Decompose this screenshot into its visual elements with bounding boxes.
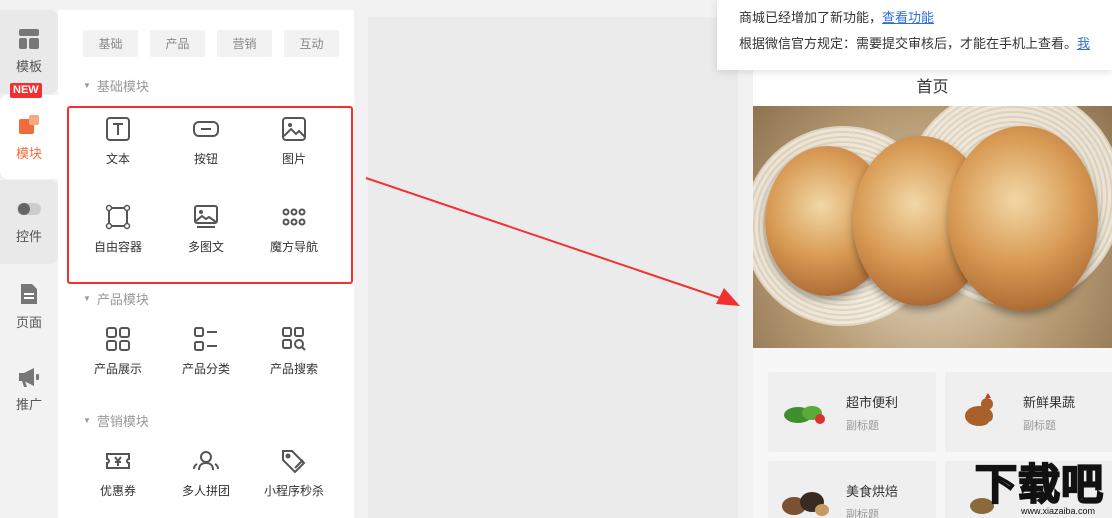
module-multi-image-text[interactable]: 多图文 <box>162 185 250 273</box>
nav-card[interactable]: 美食烘焙 副标题 <box>768 461 936 518</box>
baked-goods-icon <box>780 476 830 518</box>
caret-down-icon: ▼ <box>83 293 91 303</box>
notice-popup: 商城已经增加了新功能，查看功能 根据微信官方规定：需要提交审核后，才能在手机上查… <box>717 0 1112 70</box>
category-list-icon <box>194 326 217 351</box>
rail-label-page: 页面 <box>15 315 42 330</box>
tab-interaction[interactable]: 互动 <box>284 30 339 57</box>
module-product-search[interactable]: 产品搜索 <box>250 307 338 395</box>
section-marketing-title: 营销模块 <box>96 413 149 429</box>
rail-label-module: 模块 <box>15 146 42 161</box>
watermark-url: www.xiazaiba.com <box>1021 506 1096 516</box>
rail-item-template[interactable]: 模板 <box>0 10 58 94</box>
module-group-buy[interactable]: 多人拼团 <box>162 429 250 517</box>
nav-card-title: 美食烘焙 <box>846 483 899 499</box>
rail-item-page[interactable]: 页面 <box>0 264 58 348</box>
section-marketing-header[interactable]: ▼ 营销模块 <box>58 411 354 429</box>
section-product-header[interactable]: ▼ 产品模块 <box>58 289 354 307</box>
coupon-icon <box>106 452 130 469</box>
rail-item-promote[interactable]: 推广 <box>0 348 58 432</box>
module-panel: 基础 产品 营销 互动 ▼ 基础模块 文本 按钮 图片 自由容器 多图文 魔方导… <box>58 10 354 518</box>
module-icon <box>19 115 39 134</box>
module-label: 按钮 <box>193 151 218 166</box>
module-label: 图片 <box>281 151 306 166</box>
text-icon <box>106 116 130 141</box>
notice-line-1: 商城已经增加了新功能，查看功能 <box>739 8 1112 34</box>
annotation-arrow-icon <box>365 177 740 306</box>
megaphone-icon <box>19 368 39 387</box>
section-basic-header[interactable]: ▼ 基础模块 <box>58 76 354 94</box>
marketing-module-grid: 优惠券 多人拼团 小程序秒杀 <box>58 429 354 517</box>
free-container-icon <box>105 204 131 229</box>
notice-line-2: 根据微信官方规定：需要提交审核后，才能在手机上查看。我 <box>739 34 1112 60</box>
module-label: 小程序秒杀 <box>263 483 324 498</box>
section-basic-title: 基础模块 <box>96 78 149 94</box>
module-label: 自由容器 <box>93 239 142 254</box>
page-icon <box>21 284 37 304</box>
basic-module-grid: 文本 按钮 图片 自由容器 多图文 魔方导航 <box>58 97 354 273</box>
module-button[interactable]: 按钮 <box>162 97 250 185</box>
nav-card-subtitle: 副标题 <box>846 508 879 518</box>
multi-image-text-icon <box>194 204 218 228</box>
rail-label-control: 控件 <box>15 229 42 244</box>
nav-card-subtitle: 副标题 <box>1023 419 1056 432</box>
new-badge: NEW <box>10 83 42 98</box>
rail-label-template: 模板 <box>15 59 42 74</box>
rail-item-module[interactable]: 模块 <box>0 95 58 179</box>
module-flash-sale[interactable]: 小程序秒杀 <box>250 429 338 517</box>
chicken-icon <box>957 387 1007 437</box>
module-coupon[interactable]: 优惠券 <box>74 429 162 517</box>
module-label: 文本 <box>105 151 130 166</box>
nav-card[interactable]: 新鲜果蔬 副标题 <box>945 372 1112 452</box>
phone-preview[interactable]: 首页 超市便利 副标题 新鲜果蔬 副标题 美食烘焙 副标题 <box>753 70 1112 518</box>
vegetables-icon <box>780 387 830 437</box>
notice-link-2[interactable]: 我 <box>1077 36 1090 51</box>
product-module-grid: 产品展示 产品分类 产品搜索 <box>58 307 354 395</box>
group-icon <box>193 450 219 470</box>
tag-edit-icon <box>282 449 306 473</box>
module-label: 多人拼团 <box>181 483 230 498</box>
left-rail: 模板 模块 控件 NEW 页面 推广 <box>0 0 58 518</box>
nav-card-subtitle: 副标题 <box>846 419 879 432</box>
caret-down-icon: ▼ <box>83 80 91 90</box>
notice-text-1: 商城已经增加了新功能， <box>739 10 883 25</box>
tab-marketing[interactable]: 营销 <box>217 30 272 57</box>
module-product-category[interactable]: 产品分类 <box>162 307 250 395</box>
toggle-icon <box>17 203 41 215</box>
site-watermark: 下载吧 www.xiazaiba.com <box>974 460 1112 518</box>
nav-card-title: 新鲜果蔬 <box>1023 394 1076 410</box>
module-tabs: 基础 产品 营销 互动 <box>58 10 354 57</box>
module-free-container[interactable]: 自由容器 <box>74 185 162 273</box>
module-product-display[interactable]: 产品展示 <box>74 307 162 395</box>
module-label: 产品展示 <box>93 361 142 376</box>
module-cube-nav[interactable]: 魔方导航 <box>250 185 338 273</box>
bread-shape <box>948 126 1098 311</box>
search-grid-icon <box>282 326 306 351</box>
template-icon <box>19 29 39 49</box>
module-label: 优惠券 <box>99 483 136 498</box>
hero-banner-image[interactable] <box>753 106 1112 348</box>
notice-text-2: 根据微信官方规定：需要提交审核后，才能在手机上查看。 <box>739 36 1078 51</box>
nav-card[interactable]: 超市便利 副标题 <box>768 372 936 452</box>
view-features-link[interactable]: 查看功能 <box>882 10 934 25</box>
module-text[interactable]: 文本 <box>74 97 162 185</box>
nav-card-title: 超市便利 <box>846 394 899 410</box>
phone-page-title: 首页 <box>753 70 1112 106</box>
dots-grid-icon <box>282 208 306 225</box>
tab-basic[interactable]: 基础 <box>83 30 138 57</box>
module-label: 产品分类 <box>181 361 230 376</box>
tab-product[interactable]: 产品 <box>150 30 205 57</box>
section-product-title: 产品模块 <box>96 291 149 307</box>
module-label: 产品搜索 <box>269 361 318 376</box>
caret-down-icon: ▼ <box>83 415 91 425</box>
module-label: 魔方导航 <box>269 239 318 254</box>
rail-item-control[interactable]: 控件 <box>0 180 58 264</box>
button-icon <box>193 120 219 137</box>
watermark-logo-text: 下载吧 <box>974 460 1105 509</box>
grid-icon <box>106 326 130 351</box>
module-label: 多图文 <box>187 239 224 254</box>
image-icon <box>282 116 306 141</box>
rail-label-promote: 推广 <box>15 397 42 412</box>
module-image[interactable]: 图片 <box>250 97 338 185</box>
